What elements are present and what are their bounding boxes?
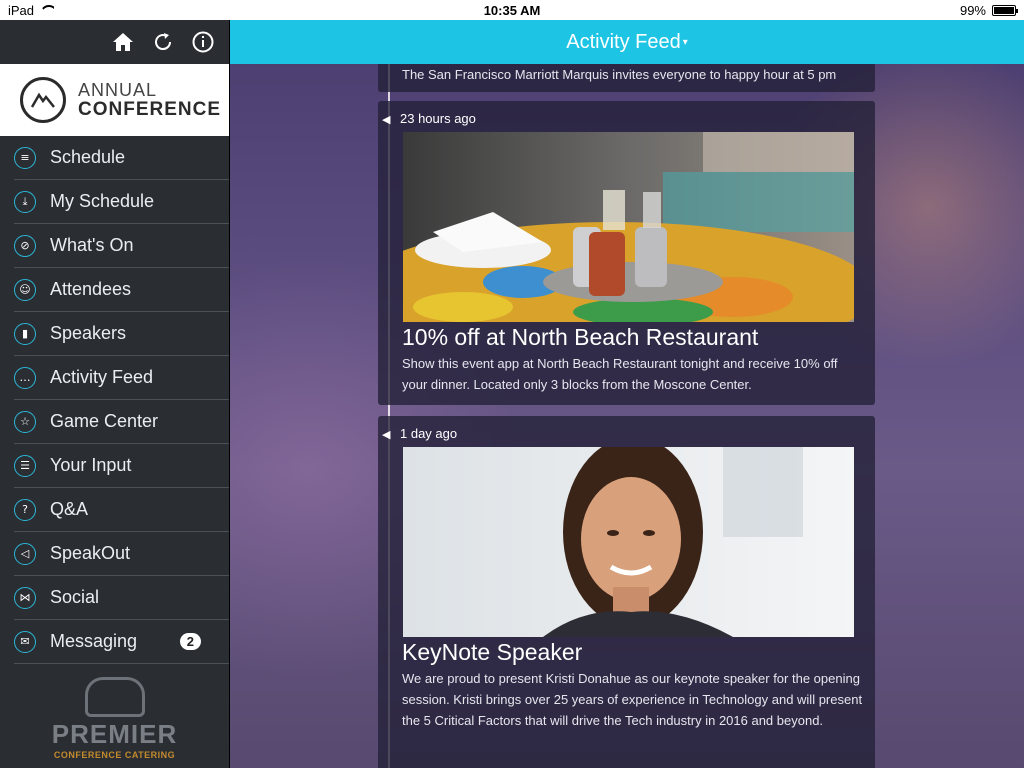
sidebar-item-qa[interactable]: ? Q&A xyxy=(14,488,229,532)
battery-icon xyxy=(992,4,1018,16)
activity-feed-panel[interactable]: Activity Feed ▾ The San Francisco Marrio… xyxy=(230,20,1024,768)
home-icon[interactable] xyxy=(111,30,135,54)
sidebar-item-label: Game Center xyxy=(50,411,159,431)
mountain-logo-icon xyxy=(20,77,66,123)
sidebar-item-speakers[interactable]: ▮ Speakers xyxy=(14,312,229,356)
sidebar-item-label: Schedule xyxy=(50,147,126,167)
person-icon: ☺ xyxy=(14,278,36,301)
sponsor-logo[interactable]: PREMIER CONFERENCE CATERING xyxy=(0,677,229,760)
sidebar-item-attendees[interactable]: ☺ Attendees xyxy=(14,268,229,312)
conference-logo[interactable]: ANNUAL CONFERENCE xyxy=(0,64,229,136)
unread-badge: 2 xyxy=(179,633,201,650)
sponsor-name: PREMIER xyxy=(51,719,178,749)
sidebar-item-label: Social xyxy=(50,587,100,607)
envelope-icon: ✉ xyxy=(14,630,36,653)
sidebar-item-activity-feed[interactable]: … Activity Feed xyxy=(14,356,229,400)
dropdown-caret-icon[interactable]: ▾ xyxy=(683,37,688,48)
sidebar-item-label: Q&A xyxy=(50,499,89,519)
sidebar-item-messaging[interactable]: ✉ Messaging 2 xyxy=(14,620,229,664)
sidebar-item-my-schedule[interactable]: ⤓ My Schedule xyxy=(14,180,229,224)
feed-post[interactable]: ◀ 23 hours ago 10% off at North Beach Re… xyxy=(378,101,875,405)
refresh-icon[interactable] xyxy=(151,30,175,54)
checklist-icon: ☰ xyxy=(14,454,36,477)
logo-line1: ANNUAL xyxy=(78,80,158,100)
post-body: The San Francisco Marriott Marquis invit… xyxy=(402,67,837,82)
wifi-icon xyxy=(40,5,54,15)
battery-percent: 99% xyxy=(959,2,986,18)
sidebar-item-label: Your Input xyxy=(50,455,132,475)
sidebar-menu: ≡ Schedule ⤓ My Schedule ⊘ What's On ☺ Atten… xyxy=(0,136,229,664)
sidebar-item-game-center[interactable]: ☆ Game Center xyxy=(14,400,229,444)
sidebar-item-label: What's On xyxy=(50,235,134,255)
download-icon: ⤓ xyxy=(14,190,36,213)
share-icon: ⋈ xyxy=(14,586,36,609)
sidebar-item-label: Speakers xyxy=(50,323,127,343)
sidebar-item-schedule[interactable]: ≡ Schedule xyxy=(14,136,229,180)
post-body: We are proud to present Kristi Donahue a… xyxy=(402,671,863,728)
sidebar: ANNUAL CONFERENCE ≡ Schedule ⤓ My Schedule… xyxy=(0,20,230,768)
star-icon: ☆ xyxy=(14,410,36,433)
sidebar-item-label: Activity Feed xyxy=(50,367,154,387)
sidebar-toolbar xyxy=(0,20,229,64)
megaphone-icon: ◀ xyxy=(382,112,391,126)
sidebar-item-social[interactable]: ⋈ Social xyxy=(14,576,229,620)
feed-post-partial[interactable]: The San Francisco Marriott Marquis invit… xyxy=(378,62,875,92)
status-time: 10:35 AM xyxy=(483,2,541,18)
megaphone-icon: ◀ xyxy=(382,427,391,441)
chat-bubble-icon: … xyxy=(14,366,36,389)
page-title[interactable]: Activity Feed xyxy=(566,31,680,54)
megaphone-icon: ◁ xyxy=(14,542,36,565)
schedule-icon: ≡ xyxy=(14,146,36,169)
device-label: iPad xyxy=(8,2,35,18)
sidebar-item-label: Messaging xyxy=(50,631,138,651)
status-bar: iPad 10:35 AM 99% xyxy=(0,0,1024,20)
question-icon: ? xyxy=(14,498,36,521)
header-bar[interactable]: Activity Feed ▾ xyxy=(230,20,1024,64)
post-title: 10% off at North Beach Restaurant xyxy=(402,324,759,350)
feed-post[interactable]: ◀ 1 day ago KeyNote Speaker We are proud… xyxy=(378,416,875,768)
chef-hat-icon xyxy=(84,677,145,717)
microphone-icon: ▮ xyxy=(14,322,36,345)
compass-icon: ⊘ xyxy=(14,234,36,257)
logo-line2: CONFERENCE xyxy=(78,99,222,120)
sidebar-item-label: Attendees xyxy=(50,279,132,299)
post-time: 1 day ago xyxy=(400,426,458,441)
post-time: 23 hours ago xyxy=(400,111,476,126)
sponsor-tagline: CONFERENCE CATERING xyxy=(53,750,176,760)
sidebar-item-whats-on[interactable]: ⊘ What's On xyxy=(14,224,229,268)
post-title: KeyNote Speaker xyxy=(402,639,583,665)
restaurant-photo[interactable] xyxy=(403,132,854,322)
sidebar-item-label: My Schedule xyxy=(50,191,155,211)
speaker-photo[interactable] xyxy=(403,447,854,637)
sidebar-item-label: SpeakOut xyxy=(50,543,131,563)
sidebar-item-your-input[interactable]: ☰ Your Input xyxy=(14,444,229,488)
sidebar-item-speakout[interactable]: ◁ SpeakOut xyxy=(14,532,229,576)
info-icon[interactable] xyxy=(191,30,215,54)
post-body: Show this event app at North Beach Resta… xyxy=(402,356,838,392)
